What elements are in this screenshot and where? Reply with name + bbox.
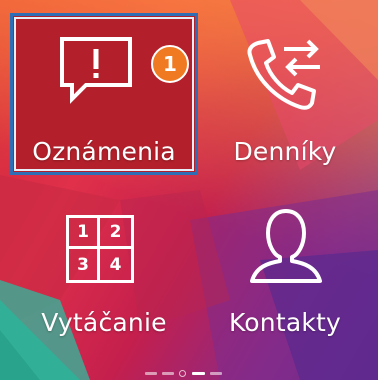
page-dot[interactable] (179, 370, 186, 377)
dialpad-key: 1 (69, 218, 100, 249)
notification-count-badge: 1 (151, 45, 189, 83)
contact-person-icon (250, 209, 322, 283)
tile-label-call-logs: Denníky (233, 137, 337, 166)
tile-label-contacts: Kontakty (228, 308, 342, 337)
page-dot[interactable] (210, 372, 222, 375)
page-dot[interactable] (145, 372, 157, 375)
dialpad-key: 4 (109, 254, 122, 275)
dialpad-key: 3 (69, 249, 100, 280)
tile-label-dialpad: Vytáčanie (41, 308, 167, 337)
tile-dialpad[interactable]: 1 2 3 4 Vytáčanie (10, 195, 198, 355)
page-dot-active[interactable] (192, 372, 205, 375)
tile-label-notifications: Oznámenia (32, 137, 176, 166)
tile-contacts[interactable]: Kontakty (192, 195, 378, 355)
home-screen: 1 Oznámenia Denníky 1 2 3 4 Vytáčanie Ko… (0, 0, 378, 380)
dialpad-key: 2 (100, 218, 131, 249)
page-dot[interactable] (162, 372, 174, 375)
call-log-icon (247, 39, 320, 110)
dialpad-icon: 1 2 3 4 (66, 215, 134, 283)
notification-alert-icon (60, 37, 132, 104)
tile-call-logs[interactable]: Denníky (192, 13, 378, 175)
tile-notifications[interactable]: 1 Oznámenia (10, 13, 198, 175)
